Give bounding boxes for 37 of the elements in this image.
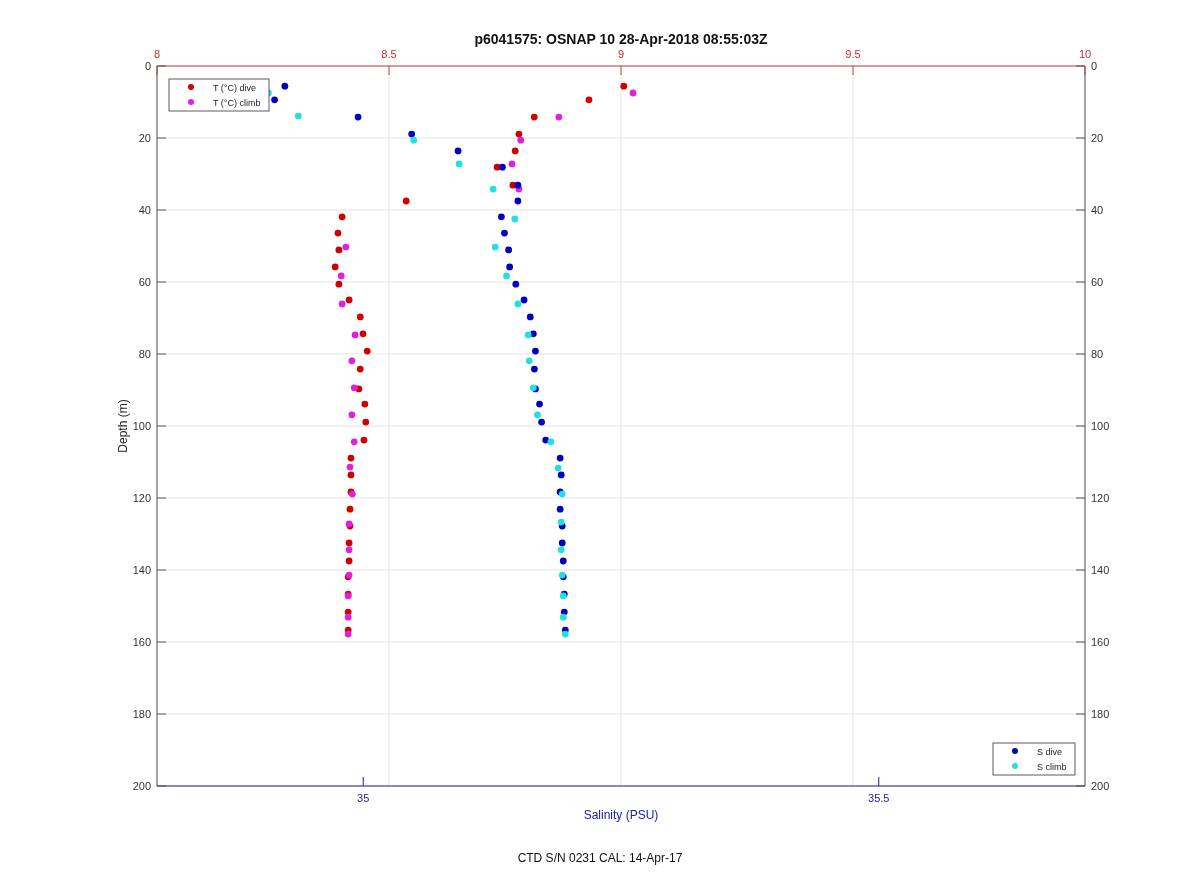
- legend-label: S dive: [1037, 746, 1062, 757]
- tick-label: 9: [617, 48, 625, 60]
- tick-label: 200: [1091, 780, 1110, 792]
- tick-label: 80: [1091, 348, 1104, 360]
- tick-label: 20: [1091, 132, 1104, 144]
- axis-label: Depth (m): [116, 399, 130, 453]
- tick-label: 80: [138, 348, 151, 360]
- tick-label: 40: [138, 204, 151, 216]
- tick-label: 200: [132, 780, 151, 792]
- axis-label: Salinity (PSU): [583, 808, 659, 822]
- tick-label: 20: [138, 132, 151, 144]
- tick-label: 100: [1091, 420, 1110, 432]
- tick-label: 35.5: [868, 792, 890, 804]
- tick-label: 160: [1091, 636, 1110, 648]
- tick-label: 35: [357, 792, 370, 804]
- legend-label: T (°C) climb: [213, 97, 261, 108]
- tick-label: 140: [132, 564, 151, 576]
- footnote: CTD S/N 0231 CAL: 14-Apr-17: [517, 851, 683, 865]
- tick-label: 8.5: [381, 48, 397, 60]
- tick-label: 120: [1091, 492, 1110, 504]
- tick-label: 120: [132, 492, 151, 504]
- legend-label: S climb: [1037, 761, 1067, 772]
- tick-label: 10: [1078, 48, 1092, 60]
- tick-label: 100: [132, 420, 151, 432]
- tick-label: 40: [1091, 204, 1104, 216]
- tick-label: 0: [144, 60, 151, 72]
- tick-label: 180: [132, 708, 151, 720]
- tick-label: 160: [132, 636, 151, 648]
- tick-label: 60: [138, 276, 151, 288]
- chart-title: p6041575: OSNAP 10 28-Apr-2018 08:55:03Z: [474, 31, 768, 47]
- tick-label: 180: [1091, 708, 1110, 720]
- tick-label: 0: [1091, 60, 1098, 72]
- tick-label: 60: [1091, 276, 1104, 288]
- tick-label: 9.5: [845, 48, 861, 60]
- tick-label: 8: [153, 48, 161, 60]
- legend-label: T (°C) dive: [213, 82, 256, 93]
- tick-label: 140: [1091, 564, 1110, 576]
